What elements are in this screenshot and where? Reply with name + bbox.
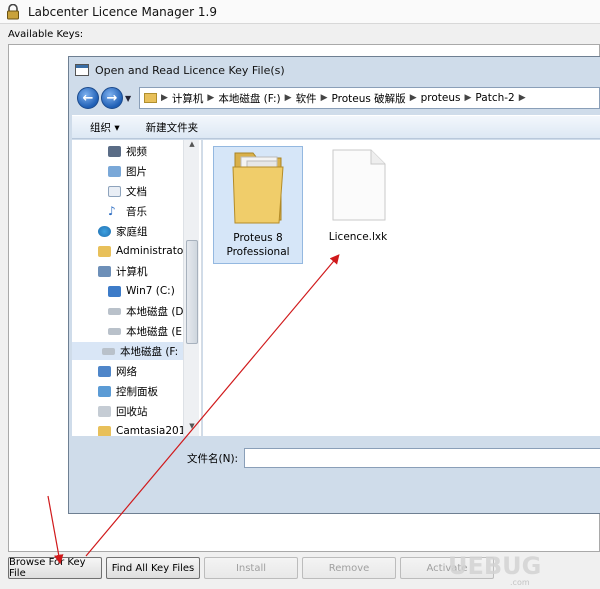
filename-row: 文件名(N): — [187, 447, 600, 469]
dialog-toolbar: 组织 ▾ 新建文件夹 — [72, 115, 600, 139]
chevron-right-icon: ▶ — [320, 93, 328, 103]
remove-button[interactable]: Remove — [302, 557, 396, 579]
user-folder-icon — [98, 245, 111, 257]
dialog-title: Open and Read Licence Key File(s) — [95, 63, 285, 77]
available-keys-label: Available Keys: — [8, 29, 84, 40]
nav-item-administrator[interactable]: Administrator — [98, 242, 188, 260]
folder-icon — [144, 93, 157, 103]
filename-label: 文件名(N): — [187, 452, 239, 465]
nav-item-drive-d[interactable]: 本地磁盘 (D: — [108, 302, 187, 320]
nav-item-drive-f[interactable]: 本地磁盘 (F: — [72, 342, 188, 360]
document-icon — [332, 149, 386, 221]
chevron-right-icon: ▶ — [409, 93, 417, 103]
nav-item-documents[interactable]: 文档 — [108, 182, 147, 200]
homegroup-icon — [98, 225, 111, 237]
file-item-folder[interactable]: Proteus 8 Professional — [213, 146, 303, 264]
nav-item-pictures[interactable]: 图片 — [108, 162, 147, 180]
dialog-app-icon — [75, 64, 89, 76]
drive-icon — [108, 285, 121, 297]
file-list: Proteus 8 Professional Licence.lxk — [203, 140, 600, 436]
watermark-suffix: .com — [510, 578, 530, 587]
address-row: ← → ▼ ▶ 计算机 ▶ 本地磁盘 (F:) ▶ 软件 ▶ Proteus 破… — [69, 85, 600, 111]
organize-menu[interactable]: 组织 ▾ — [90, 120, 120, 135]
address-bar[interactable]: ▶ 计算机 ▶ 本地磁盘 (F:) ▶ 软件 ▶ Proteus 破解版 ▶ p… — [139, 87, 600, 109]
chevron-right-icon: ▶ — [464, 93, 472, 103]
file-name: Proteus 8 Professional — [226, 232, 290, 258]
nav-item-computer[interactable]: 计算机 — [98, 262, 148, 280]
file-item-licence[interactable]: Licence.lxk — [313, 146, 403, 264]
lock-icon — [6, 3, 20, 20]
nav-item-drive-e[interactable]: 本地磁盘 (E: — [108, 322, 186, 340]
browse-key-file-button[interactable]: Browse For Key File — [8, 557, 102, 579]
install-button[interactable]: Install — [204, 557, 298, 579]
drive-icon — [102, 347, 115, 355]
folder-icon — [232, 152, 284, 224]
recycle-bin-icon — [98, 405, 111, 417]
filename-input[interactable] — [244, 448, 600, 468]
computer-icon — [98, 265, 111, 277]
breadcrumb-item[interactable]: 本地磁盘 (F:) — [218, 91, 280, 106]
back-button[interactable]: ← — [77, 87, 99, 109]
drive-icon — [108, 307, 121, 315]
breadcrumb-item[interactable]: 软件 — [296, 91, 317, 106]
breadcrumb-item[interactable]: Patch-2 — [475, 92, 514, 104]
window-titlebar: Labcenter Licence Manager 1.9 — [0, 0, 600, 24]
scroll-up-icon[interactable]: ▲ — [184, 140, 200, 154]
dialog-titlebar: Open and Read Licence Key File(s) — [69, 57, 600, 83]
nav-item-homegroup[interactable]: 家庭组 — [98, 222, 148, 240]
chevron-right-icon: ▶ — [284, 93, 292, 103]
nav-item-camtasia[interactable]: Camtasia2018 — [98, 422, 192, 436]
breadcrumb-item[interactable]: proteus — [421, 92, 461, 104]
documents-icon — [108, 185, 121, 197]
new-folder-button[interactable]: 新建文件夹 — [146, 120, 199, 135]
scrollbar-thumb[interactable] — [186, 240, 198, 344]
music-icon: ♪ — [108, 203, 116, 218]
control-panel-icon — [98, 385, 111, 397]
nav-item-control-panel[interactable]: 控制面板 — [98, 382, 158, 400]
chevron-right-icon: ▶ — [161, 93, 168, 103]
folder-icon — [98, 425, 111, 436]
window-title: Labcenter Licence Manager 1.9 — [28, 4, 217, 19]
nav-scrollbar[interactable]: ▲ ▼ — [183, 140, 199, 436]
video-icon — [108, 145, 121, 157]
history-dropdown-icon[interactable]: ▼ — [125, 94, 135, 103]
nav-item-music[interactable]: ♪ 音乐 — [108, 202, 147, 220]
nav-item-video[interactable]: 视频 — [108, 142, 147, 160]
open-file-dialog: Open and Read Licence Key File(s) ← → ▼ … — [68, 56, 600, 514]
watermark-logo: UEBUG — [448, 552, 542, 580]
breadcrumb-item[interactable]: Proteus 破解版 — [331, 91, 405, 106]
pictures-icon — [108, 165, 121, 177]
file-name: Licence.lxk — [328, 231, 388, 243]
chevron-right-icon: ▶ — [207, 93, 215, 103]
nav-item-recycle-bin[interactable]: 回收站 — [98, 402, 148, 420]
drive-icon — [108, 327, 121, 335]
network-icon — [98, 365, 111, 377]
breadcrumb-item[interactable]: 计算机 — [172, 91, 204, 106]
find-all-key-files-button[interactable]: Find All Key Files — [106, 557, 200, 579]
nav-item-drive-c[interactable]: Win7 (C:) — [108, 282, 175, 300]
chevron-right-icon: ▶ — [518, 93, 526, 103]
scroll-down-icon[interactable]: ▼ — [184, 422, 200, 436]
forward-button[interactable]: → — [101, 87, 123, 109]
nav-item-network[interactable]: 网络 — [98, 362, 137, 380]
